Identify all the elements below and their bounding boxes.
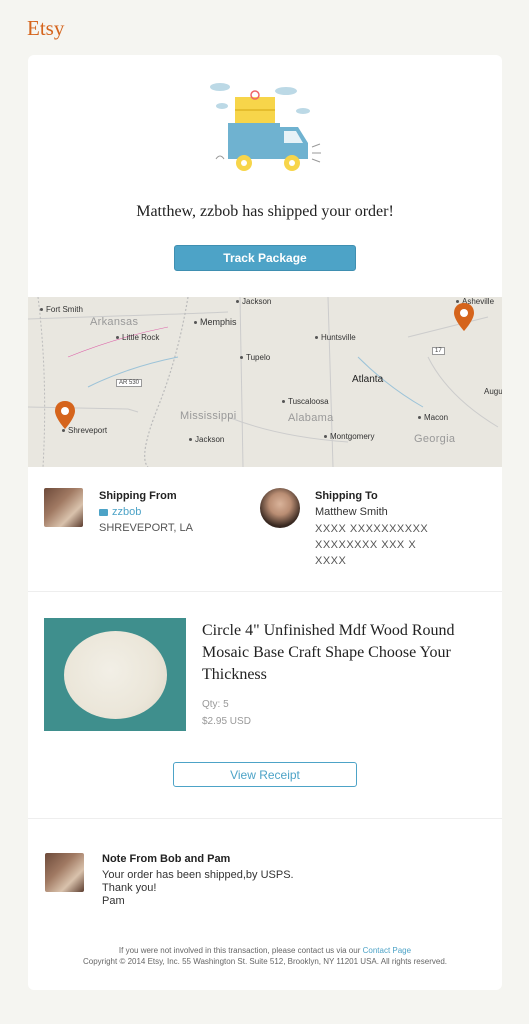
product-qty: Qty: 5 [202,699,229,710]
map-state-label: Alabama [288,412,334,424]
shop-link[interactable]: zzbob [99,506,141,518]
footer-contact-text: If you were not involved in this transac… [118,946,363,955]
map-city-label: Fort Smith [40,305,83,314]
shipping-map[interactable]: Fort Smith Jackson Asheville Memphis Lit… [28,297,502,467]
map-city-label: Jackson [236,297,271,306]
map-city-label: Montgomery [324,432,374,441]
map-city-label: Atlanta [352,374,384,385]
address-line: XXXX XXXXXXXXXX [315,523,429,535]
shipping-from-label: Shipping From [99,490,177,502]
footer: If you were not involved in this transac… [68,945,462,967]
product-title[interactable]: Circle 4" Unfinished Mdf Wood Round Mosa… [202,620,492,686]
section-divider [28,818,502,819]
highway-shield: 17 [432,347,445,355]
etsy-logo[interactable]: Etsy [27,16,64,41]
footer-copyright: Copyright © 2014 Etsy, Inc. 55 Washingto… [82,957,447,966]
view-receipt-button[interactable]: View Receipt [173,762,357,787]
map-city-label: Tuscaloosa [282,397,329,406]
map-state-label: Georgia [414,433,456,445]
shipment-headline: Matthew, zzbob has shipped your order! [136,203,394,220]
shipment-card: Matthew, zzbob has shipped your order! T… [28,55,502,990]
origin-pin-icon[interactable] [55,401,75,431]
map-city-label: Memphis [194,317,237,327]
recipient-name: Matthew Smith [315,506,388,518]
contact-page-link[interactable]: Contact Page [363,946,411,955]
note-line: Your order has been shipped,by USPS. [102,869,294,881]
note-line: Pam [102,895,125,907]
highway-shield: AR 530 [116,379,143,387]
product-image[interactable] [44,618,186,731]
seller-avatar[interactable] [44,488,83,527]
address-line: XXXXXXXX XXX X [315,539,417,551]
product-price: $2.95 USD [202,716,251,727]
map-state-label: Mississippi [180,410,237,422]
truck-illustration-icon [210,83,321,171]
address-line: XXXX [315,555,347,567]
shop-name[interactable]: zzbob [112,506,141,518]
shipping-to-label: Shipping To [315,490,378,502]
note-title: Note From Bob and Pam [102,853,231,865]
map-city-label: Tupelo [240,353,270,362]
footer-contact-line: If you were not involved in this transac… [68,945,462,956]
map-city-label: Jackson [189,435,224,444]
note-avatar [45,853,84,892]
map-city-label: Augu [484,387,502,396]
note-line: Thank you! [102,882,157,894]
recipient-address: XXXX XXXXXXXXXX XXXXXXXX XXX X XXXX [315,521,428,569]
track-package-button[interactable]: Track Package [174,245,356,271]
shipping-from-location: SHREVEPORT, LA [99,522,193,534]
map-state-label: Arkansas [90,316,139,328]
map-city-label: Huntsville [315,333,356,342]
map-city-label: Macon [418,413,448,422]
product-disk [64,631,167,719]
map-city-label: Little Rock [116,333,159,342]
destination-pin-icon[interactable] [454,303,474,333]
shop-icon [99,508,108,516]
buyer-avatar [260,488,300,528]
